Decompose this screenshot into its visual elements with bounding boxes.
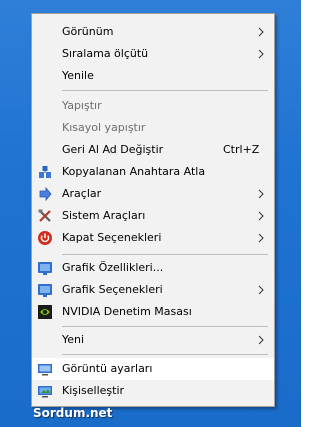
chevron-right-icon — [258, 189, 264, 199]
menu-item-label: Sıralama ölçütü — [62, 47, 149, 60]
menu-item-sort-by[interactable]: Sıralama ölçütü — [32, 43, 274, 65]
menu-item-label: Kişiselleştir — [62, 384, 125, 397]
menu-item-new[interactable]: Yeni — [32, 329, 274, 351]
menu-item-label: Görüntü ayarları — [62, 362, 153, 375]
chevron-right-icon — [258, 27, 264, 37]
chevron-right-icon — [258, 211, 264, 221]
menu-item-personalize[interactable]: Kişiselleştir — [32, 380, 274, 402]
system-tools-icon — [38, 209, 51, 222]
menu-separator — [62, 354, 268, 355]
menu-item-view[interactable]: Görünüm — [32, 21, 274, 43]
menu-item-shortcut: Ctrl+Z — [223, 143, 260, 156]
menu-item-display-settings[interactable]: Görüntü ayarları — [32, 358, 274, 380]
intel-graphics-icon — [38, 262, 52, 275]
menu-item-shutdown-options[interactable]: Kapat Seçenekleri — [32, 227, 274, 249]
chevron-right-icon — [258, 335, 264, 345]
menu-separator — [62, 326, 268, 327]
menu-item-label: Yapıştır — [62, 99, 102, 112]
menu-item-paste[interactable]: Yapıştır — [32, 95, 274, 117]
watermark: Sordum.net — [33, 406, 113, 420]
display-icon — [38, 364, 52, 376]
menu-item-nvidia-control-panel[interactable]: NVIDIA Denetim Masası — [32, 301, 274, 323]
menu-item-label: Grafik Özellikleri... — [62, 261, 164, 274]
chevron-right-icon — [258, 49, 264, 59]
chevron-right-icon — [258, 233, 264, 243]
power-icon — [38, 231, 52, 245]
chevron-right-icon — [258, 285, 264, 295]
tools-icon — [39, 186, 52, 202]
menu-item-paste-shortcut[interactable]: Kısayol yapıştır — [32, 117, 274, 139]
menu-separator — [62, 90, 268, 91]
menu-item-undo-rename[interactable]: Geri Al Ad Değiştir Ctrl+Z — [32, 139, 274, 161]
menu-item-label: Kopyalanan Anahtara Atla — [62, 165, 206, 178]
nvidia-icon — [38, 305, 52, 319]
menu-item-label: Kısayol yapıştır — [62, 121, 146, 134]
menu-item-label: Görünüm — [62, 25, 114, 38]
desktop-context-menu: Görünüm Sıralama ölçütü Yenile Yapıştır … — [31, 13, 275, 407]
menu-item-label: Araçlar — [62, 187, 102, 200]
menu-item-jump-to-key[interactable]: Kopyalanan Anahtara Atla — [32, 161, 274, 183]
menu-separator — [62, 254, 268, 255]
menu-item-label: Yeni — [62, 333, 85, 346]
menu-item-graphics-properties[interactable]: Grafik Özellikleri... — [32, 257, 274, 279]
menu-item-label: Kapat Seçenekleri — [62, 231, 162, 244]
registry-jump-icon — [39, 166, 51, 178]
menu-item-graphics-options[interactable]: Grafik Seçenekleri — [32, 279, 274, 301]
personalize-icon — [38, 386, 52, 398]
menu-item-label: Grafik Seçenekleri — [62, 283, 163, 296]
menu-item-label: NVIDIA Denetim Masası — [62, 305, 192, 318]
menu-item-label: Geri Al Ad Değiştir — [62, 143, 164, 156]
menu-item-refresh[interactable]: Yenile — [32, 65, 274, 87]
menu-item-system-tools[interactable]: Sistem Araçları — [32, 205, 274, 227]
menu-item-label: Yenile — [62, 69, 94, 82]
menu-item-label: Sistem Araçları — [62, 209, 146, 222]
intel-graphics-icon — [38, 284, 52, 297]
menu-item-tools[interactable]: Araçlar — [32, 183, 274, 205]
